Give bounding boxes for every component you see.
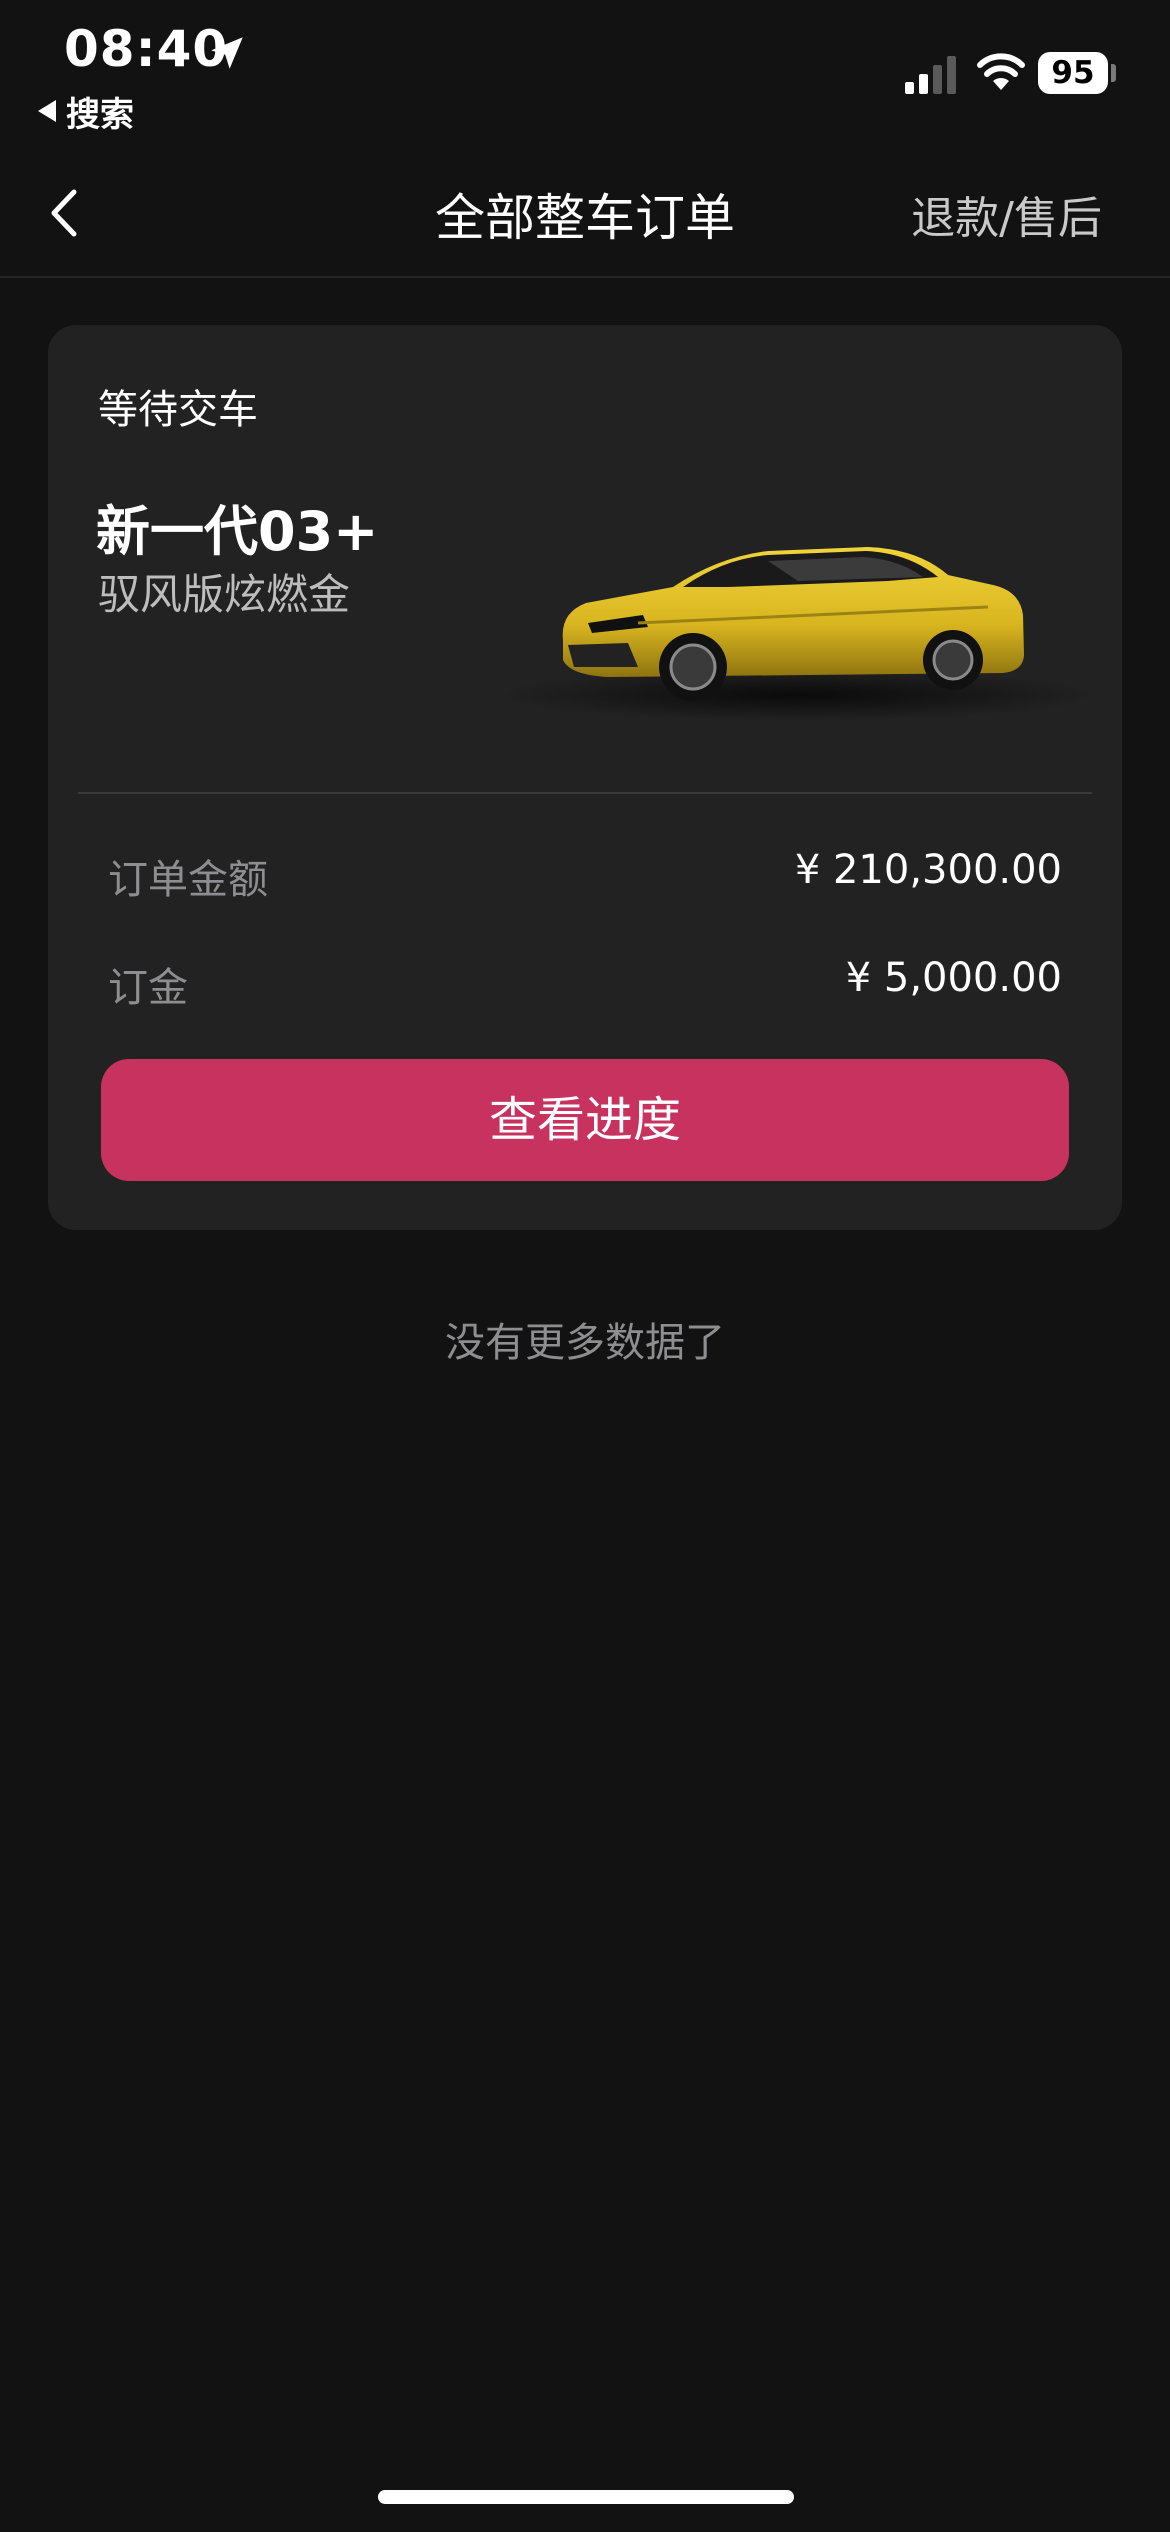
location-arrow-icon — [211, 37, 243, 69]
battery-indicator: 95 — [1038, 52, 1108, 94]
order-status: 等待交车 — [98, 387, 258, 433]
battery-tip — [1111, 64, 1116, 82]
car-image — [498, 547, 1098, 721]
deposit-value: ¥ 5,000.00 — [845, 955, 1062, 1001]
wifi-icon — [977, 53, 1025, 90]
back-to-app-button[interactable]: 搜索 — [38, 88, 134, 135]
status-time: 08:40 — [64, 20, 229, 78]
order-card[interactable]: 等待交车 新一代03+ 驭风版炫燃金 订单金额 ¥ 210,300.00 订金 … — [48, 325, 1122, 1230]
order-amount-label: 订单金额 — [108, 857, 268, 903]
home-indicator[interactable] — [378, 2490, 794, 2504]
cellular-signal-icon — [905, 56, 956, 94]
car-model-name: 新一代03+ — [96, 500, 379, 563]
view-progress-button[interactable]: 查看进度 — [101, 1059, 1069, 1181]
order-amount-value: ¥ 210,300.00 — [794, 847, 1062, 893]
back-to-app-label: 搜索 — [66, 94, 134, 135]
card-divider — [78, 792, 1092, 794]
car-trim-color: 驭风版炫燃金 — [98, 570, 351, 619]
refund-aftersales-link[interactable]: 退款/售后 — [911, 182, 1102, 246]
nav-bar: 全部整车订单 退款/售后 — [0, 150, 1170, 278]
deposit-label: 订金 — [108, 965, 188, 1011]
status-bar: 08:40 搜索 95 — [0, 0, 1170, 140]
no-more-data-text: 没有更多数据了 — [445, 1320, 725, 1366]
back-triangle-icon — [38, 100, 56, 122]
